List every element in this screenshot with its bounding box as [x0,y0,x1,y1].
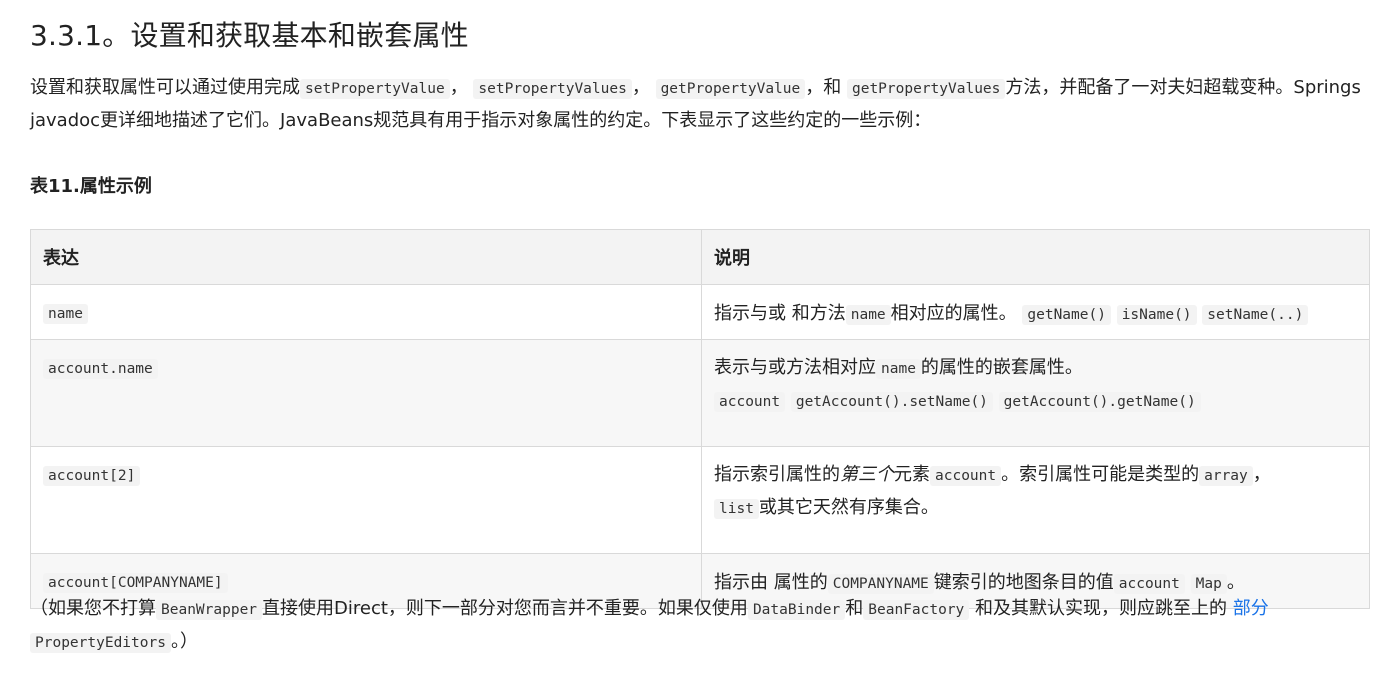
properties-table: 表达 说明 name 指示与或 和方法 name 相对应的属性。 getName()… [30,229,1370,609]
description-cell: 指示索引属性的第三个元素 account 。索引属性可能是类型的 array， lis… [701,446,1370,554]
desc-code: array [1199,466,1253,486]
description-cell: 指示与或 和方法 name 相对应的属性。 getName() isName() s… [701,284,1370,340]
description-cell: 表示与或方法相对应 name 的属性的嵌套属性。 account getAccoun… [701,339,1370,447]
intro-text: 设置和获取属性可以通过使用完成 [30,77,300,98]
desc-code: name [845,305,891,325]
table-row: account[2] 指示索引属性的第三个元素 account 。索引属性可能是类型… [30,446,1370,554]
desc-text: 相对应的属性。 [890,303,1017,324]
header-description: 说明 [701,229,1370,285]
doc-page: 3.3.1。设置和获取基本和嵌套属性 设置和获取属性可以通过使用完成 setPro… [0,0,1387,687]
code-getPropertyValue: getPropertyValue [655,79,806,99]
code-DataBinder: DataBinder [747,600,846,620]
desc-text: 。索引属性可能是类型的 [1001,464,1200,485]
desc-code: isName() [1116,305,1197,325]
intro-text: ，和 [805,77,842,98]
desc-code: account [930,466,1002,486]
outro-text: 和及其默认实现，则应跳至上的 [975,598,1228,619]
expression-code: account.name [43,359,158,379]
code-setPropertyValue: setPropertyValue [300,79,450,99]
desc-text: 指示与或 和方法 [714,303,846,324]
code-BeanWrapper: BeanWrapper [156,600,263,620]
desc-text: ， [1252,464,1271,485]
intro-paragraph: 设置和获取属性可以通过使用完成 setPropertyValue， setProp… [30,72,1365,136]
intro-text: ， [449,77,468,98]
desc-text: 指示索引属性的 [714,464,840,485]
table-header-row: 表达 说明 [30,229,1370,285]
desc-text: 元素 [894,464,930,485]
expression-cell: account[2] [30,446,702,554]
outro-text: （如果您不打算 [30,598,156,619]
code-setPropertyValues: setPropertyValues [473,79,632,99]
code-getPropertyValues: getPropertyValues [846,79,1006,99]
desc-code: name [876,359,921,379]
desc-emphasis: 第三个 [840,464,894,485]
section-link[interactable]: 部分 [1233,598,1269,619]
desc-text: 的属性的嵌套属性。 [920,357,1083,378]
desc-text: 。 [1226,572,1245,593]
desc-code: getAccount().setName() [790,392,993,412]
outro-text: 直接使用Direct，则下一部分对您而言并不重要。如果仅使用 [262,598,748,619]
expression-code: account[COMPANYNAME] [43,572,228,593]
desc-text: 键索引的地图条目的值 [933,572,1114,593]
desc-text: 指示由 属性的 [714,572,828,593]
desc-text: 或其它天然有序集合。 [758,497,939,518]
outro-paragraph: （如果您不打算 BeanWrapper 直接使用Direct，则下一部分对您而言并不… [30,593,1370,659]
expression-code: account[2] [43,466,141,486]
desc-code: getAccount().getName() [998,392,1201,412]
code-BeanFactory: BeanFactory [863,600,970,620]
table-caption: 表11.属性示例 [30,176,152,197]
section-heading: 3.3.1。设置和获取基本和嵌套属性 [30,19,469,52]
desc-text: 表示与或方法相对应 [714,357,876,378]
desc-code: getName() [1022,305,1111,325]
outro-text: 和 [845,598,864,619]
table-row: name 指示与或 和方法 name 相对应的属性。 getName() isNam… [30,284,1370,340]
desc-code: Map [1190,574,1227,594]
desc-code: setName(..) [1202,305,1309,325]
intro-text: ， [631,77,650,98]
outro-text: 。） [170,631,198,652]
expression-cell: account.name [30,339,702,447]
expression-cell: name [30,284,702,340]
desc-code: COMPANYNAME [827,574,934,594]
table-row: account.name 表示与或方法相对应 name 的属性的嵌套属性。 acco… [30,339,1370,447]
code-PropertyEditors: PropertyEditors [30,633,171,653]
header-expression: 表达 [30,229,702,285]
desc-code: account [714,392,786,412]
expression-code: name [43,303,88,324]
desc-code: account [1113,574,1185,594]
desc-code: list [714,499,759,519]
